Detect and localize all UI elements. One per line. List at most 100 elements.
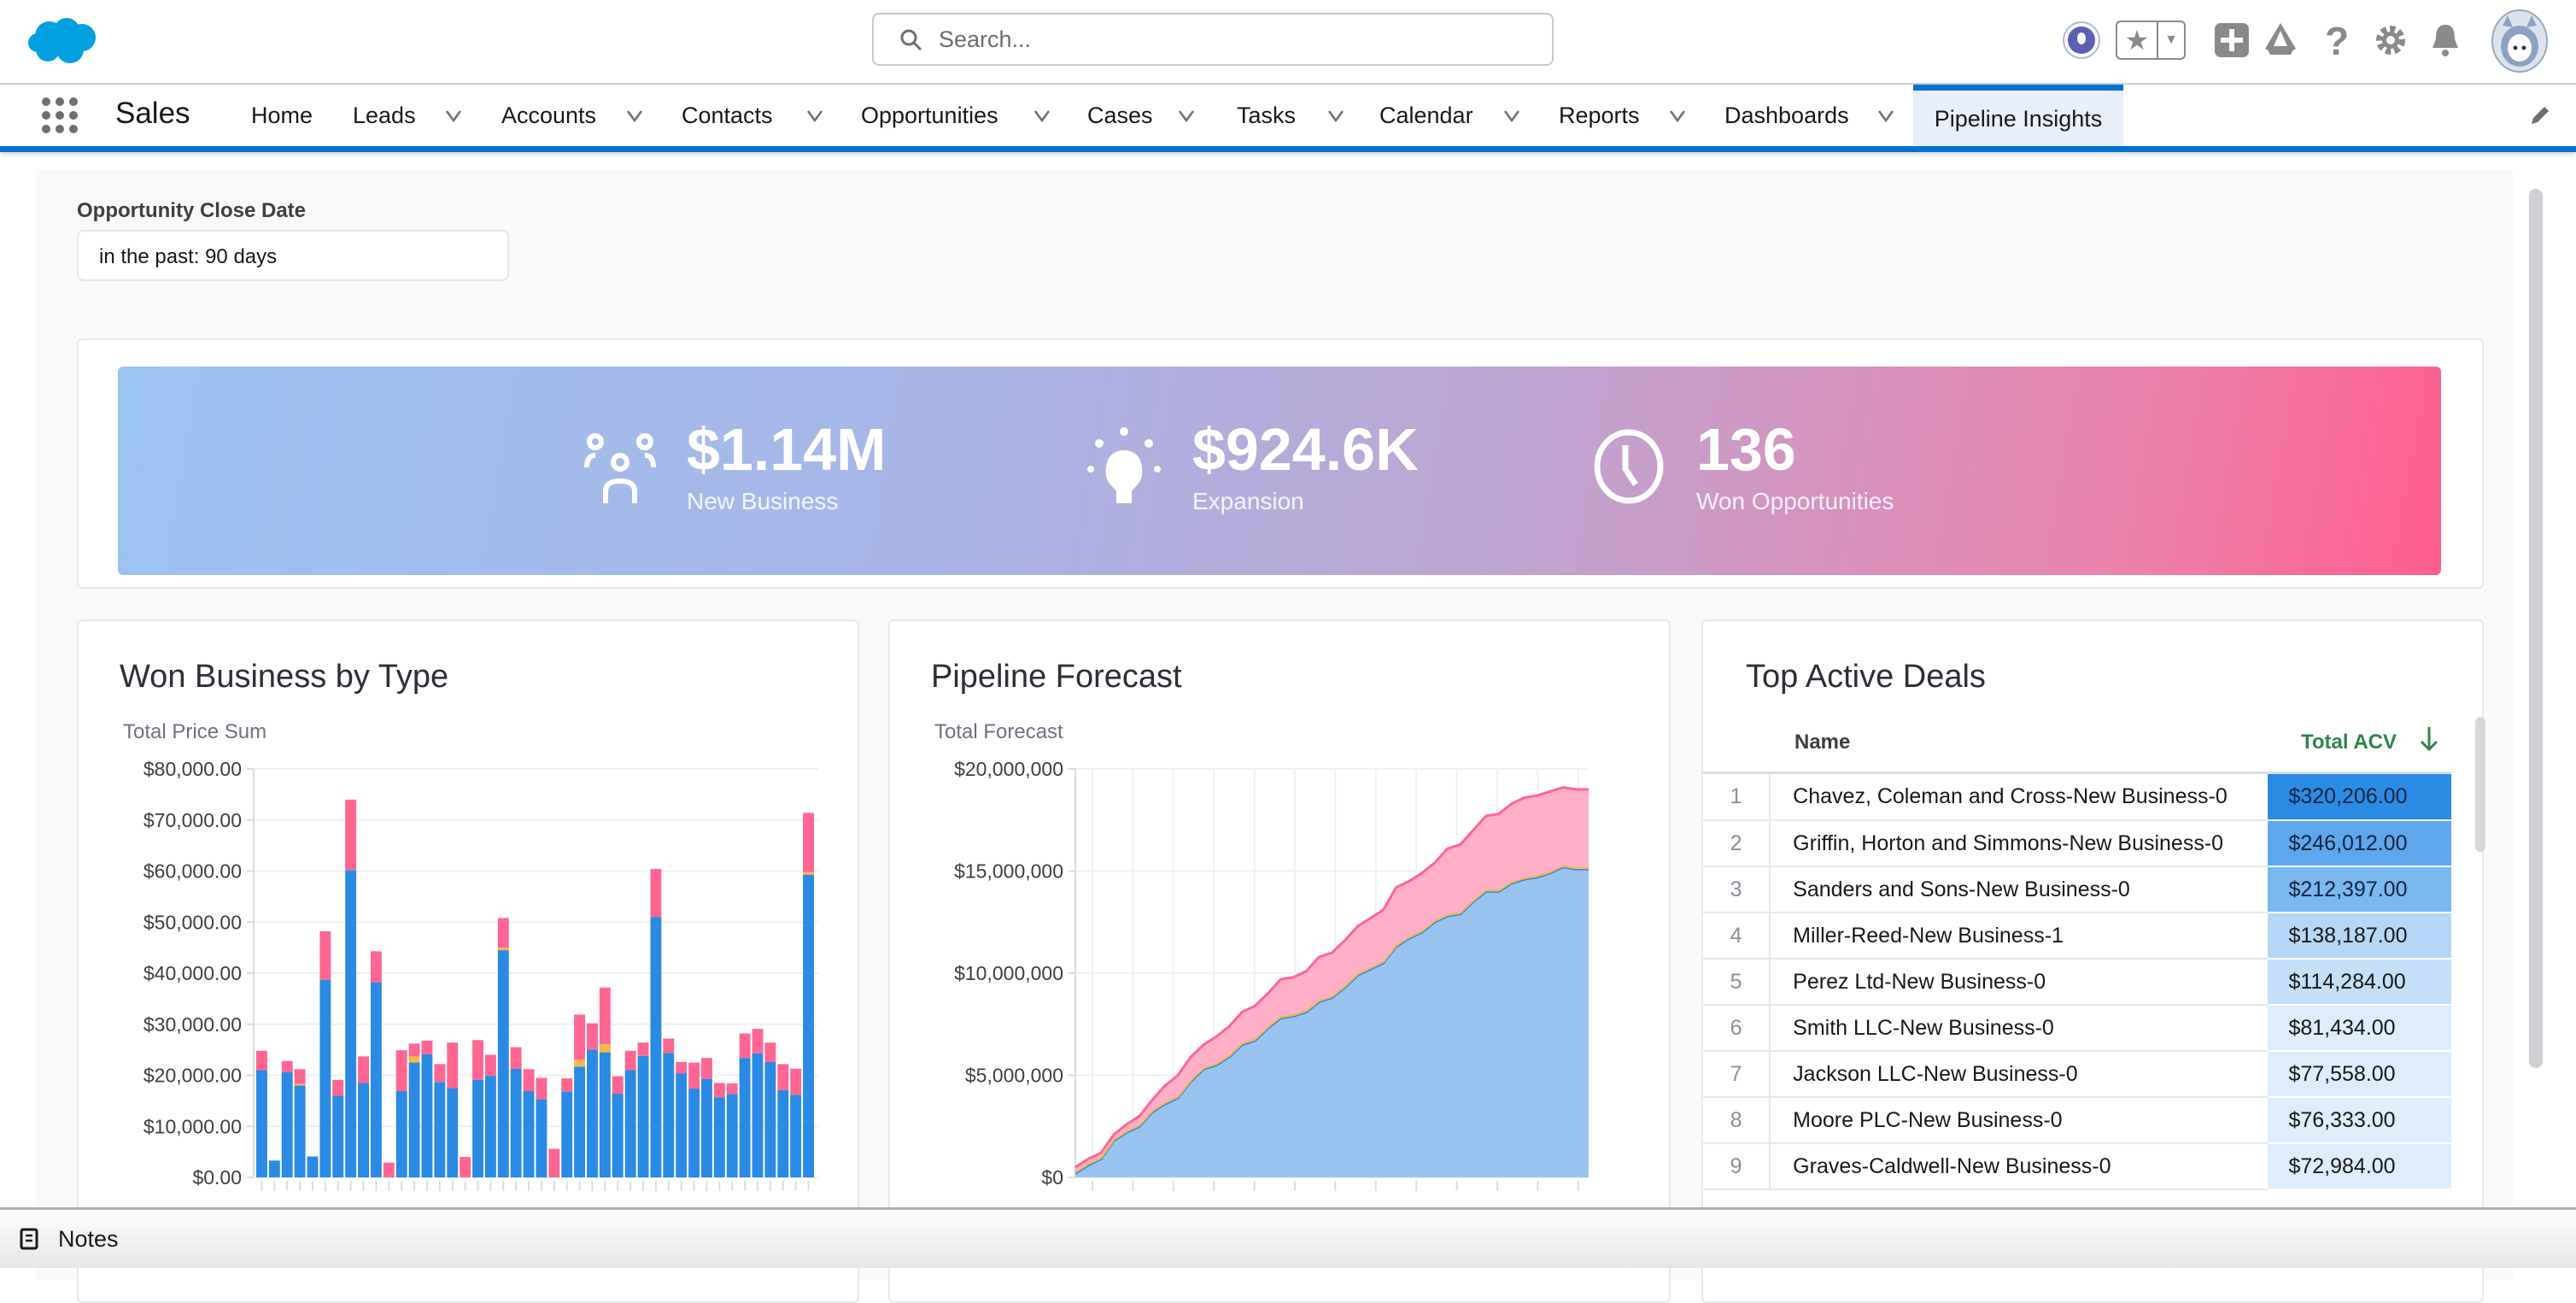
tab-pipeline-insights[interactable]: Pipeline Insights [1913,85,2123,147]
bar-segment [307,1156,319,1177]
bar-segment [676,1073,688,1177]
nav-item-label: Dashboards [1724,103,1849,128]
nav-item-label: Opportunities [861,103,998,128]
search-icon [900,29,922,51]
einstein-icon[interactable] [2062,21,2101,60]
setup-gear-icon[interactable] [2374,24,2407,56]
chevron-down-icon[interactable] [1327,107,1344,124]
bar-segment [587,1023,598,1050]
kpi-value: $924.6K [1192,416,1419,483]
bar-segment [408,1062,420,1177]
table-scrollbar[interactable] [2475,717,2485,852]
nav-item-opportunities[interactable]: Opportunities [861,85,998,147]
chevron-down-icon[interactable] [1178,107,1195,124]
favorites-dropdown-icon[interactable]: ▼ [2158,22,2184,58]
deal-name[interactable]: Miller-Reed-New Business-1 [1770,913,2269,960]
chevron-down-icon[interactable] [1503,107,1520,124]
bar-segment [484,1054,496,1077]
deal-name[interactable]: Jackson LLC-New Business-0 [1770,1051,2269,1098]
trailhead-icon[interactable] [2262,21,2299,60]
group-people-icon [584,433,656,503]
bar-segment [612,1094,624,1177]
deal-total-acv: $77,558.00 [2268,1051,2451,1098]
chevron-down-icon[interactable] [1877,107,1894,124]
chevron-down-icon[interactable] [1669,107,1686,124]
global-search[interactable] [872,13,1554,66]
pipeline-forecast-chart: $0 $5,000,000 $10,000,000 $15,000,000 $20,00… [954,758,1589,1191]
deal-name[interactable]: Griffin, Horton and Simmons-New Business… [1770,820,2269,867]
deals-table: 1 Chavez, Coleman and Cross-New Business-… [1703,774,2451,1190]
column-header-name[interactable]: Name [1794,731,1850,754]
bar-segment [803,874,814,1177]
sort-descending-arrow-icon[interactable] [2419,725,2439,753]
close-date-filter[interactable]: in the past: 90 days [77,230,509,281]
row-number: 7 [1703,1051,1771,1098]
bar-segment [523,1069,535,1092]
table-row[interactable]: 5 Perez Ltd-New Business-0 $114,284.00 [1703,959,2451,1006]
nav-item-label: Home [251,103,313,128]
y-tick-label: $60,000.00 [143,860,242,883]
y-tick-label: $0 [1041,1166,1063,1189]
table-row[interactable]: 1 Chavez, Coleman and Cross-New Business-… [1703,774,2451,821]
bar-segment [383,1162,395,1177]
deal-name[interactable]: Smith LLC-New Business-0 [1770,1005,2269,1052]
bar-segment [395,1091,407,1177]
favorites-button[interactable]: ★ ▼ [2116,21,2186,60]
deal-name[interactable]: Sanders and Sons-New Business-0 [1770,866,2269,913]
search-input[interactable] [939,21,1537,57]
deal-name[interactable]: Moore PLC-New Business-0 [1770,1097,2269,1144]
nav-item-cases[interactable]: Cases [1087,85,1153,147]
bar-segment [650,869,662,918]
table-row[interactable]: 8 Moore PLC-New Business-0 $76,333.00 [1703,1097,2451,1144]
chevron-down-icon[interactable] [1033,107,1051,124]
nav-item-label: Leads [353,103,416,128]
nav-item-dashboards[interactable]: Dashboards [1724,85,1849,147]
nav-item-reports[interactable]: Reports [1559,85,1640,147]
notifications-bell-icon[interactable] [2429,22,2462,58]
bar-segment [484,1076,496,1177]
kpi-banner: $1.14M New Business $924.6K Expansion 13… [118,367,2441,575]
notes-button[interactable]: Notes [19,1226,119,1253]
deal-name[interactable]: Graves-Caldwell-New Business-0 [1770,1143,2269,1190]
favorites-star-icon[interactable]: ★ [2117,22,2158,58]
app-launcher-icon[interactable] [41,97,79,134]
table-row[interactable]: 2 Griffin, Horton and Simmons-New Busines… [1703,820,2451,867]
deal-total-acv: $138,187.00 [2268,913,2451,960]
global-actions-plus-icon[interactable] [2214,22,2250,58]
nav-item-calendar[interactable]: Calendar [1379,85,1473,147]
y-tick-label: $70,000.00 [143,809,242,831]
bar-segment [447,1042,459,1089]
table-row[interactable]: 3 Sanders and Sons-New Business-0 $212,397… [1703,866,2451,913]
chevron-down-icon[interactable] [445,107,462,124]
table-row[interactable]: 7 Jackson LLC-New Business-0 $77,558.00 [1703,1051,2451,1098]
table-row[interactable]: 4 Miller-Reed-New Business-1 $138,187.00 [1703,913,2451,960]
chevron-down-icon[interactable] [626,107,643,124]
nav-item-label: Accounts [501,103,597,128]
deal-name[interactable]: Perez Ltd-New Business-0 [1770,959,2269,1006]
bar-segment [281,1071,293,1177]
table-row[interactable]: 6 Smith LLC-New Business-0 $81,434.00 [1703,1005,2451,1052]
page-scrollbar[interactable] [2529,189,2543,1068]
notes-icon [20,1228,38,1250]
nav-item-accounts[interactable]: Accounts [501,85,596,147]
table-row[interactable]: 9 Graves-Caldwell-New Business-0 $72,984.0… [1703,1143,2451,1190]
row-number: 6 [1703,1005,1771,1052]
nav-item-tasks[interactable]: Tasks [1237,85,1296,147]
salesforce-logo[interactable] [27,15,99,67]
chevron-down-icon[interactable] [806,107,823,124]
help-icon[interactable]: ? [2321,17,2352,65]
deal-name[interactable]: Chavez, Coleman and Cross-New Business-0 [1770,774,2269,821]
bar-segment [574,1066,586,1177]
y-tick-label: $40,000.00 [143,962,242,984]
y-tick-label: $15,000,000 [954,860,1063,883]
bar-segment [726,1094,738,1177]
bar-segment [624,1050,636,1071]
bar-segment [612,1076,624,1095]
column-header-total-acv[interactable]: Total ACV [2301,731,2397,754]
bar-segment [663,1038,675,1054]
user-avatar[interactable] [2491,9,2549,73]
nav-item-home[interactable]: Home [251,85,313,147]
nav-item-leads[interactable]: Leads [353,85,416,147]
edit-nav-pencil-icon[interactable] [2528,103,2552,127]
nav-item-contacts[interactable]: Contacts [682,85,773,147]
